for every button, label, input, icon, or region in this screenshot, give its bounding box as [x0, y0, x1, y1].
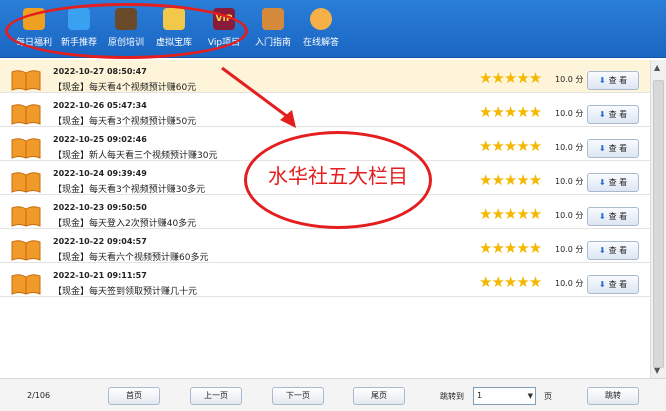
download-icon: ⬇ [598, 246, 606, 255]
download-icon: ⬇ [598, 280, 606, 289]
page-unit-label: 页 [544, 392, 552, 401]
scroll-down-arrow-icon[interactable]: ▼ [654, 366, 660, 375]
view-button[interactable]: ⬇ 查 看 [587, 71, 639, 90]
view-button-label: 查 看 [608, 110, 628, 119]
page-indicator: 2/106 [27, 391, 51, 400]
rating-stars: ★★★★★ [479, 239, 542, 257]
item-score: 10.0 分 [555, 177, 584, 186]
annotation-text: 水华社五大栏目 [268, 164, 408, 188]
book-icon [11, 104, 41, 125]
rating-stars: ★★★★★ [479, 171, 542, 189]
vertical-scrollbar[interactable]: ▲ ▼ [650, 60, 666, 378]
first-page-button[interactable]: 首页 [108, 387, 160, 405]
page-select[interactable]: 1 ▼ [473, 387, 536, 405]
download-icon: ⬇ [598, 144, 606, 153]
pagination-bar: 2/106 首页 上一页 下一页 尾页 跳转到 1 ▼ 页 跳转 [0, 378, 666, 411]
rating-stars: ★★★★★ [479, 273, 542, 291]
book-icon [11, 274, 41, 295]
item-date: 2022-10-24 09:39:49 [53, 169, 147, 178]
view-button-label: 查 看 [608, 76, 628, 85]
book-icon [11, 138, 41, 159]
item-score: 10.0 分 [555, 211, 584, 220]
view-button[interactable]: ⬇ 查 看 [587, 275, 639, 294]
book-icon [11, 206, 41, 227]
book-icon [11, 172, 41, 193]
download-icon: ⬇ [598, 212, 606, 221]
toolbar-item-support[interactable]: 在线解答 [295, 8, 347, 54]
item-date: 2022-10-23 09:50:50 [53, 203, 147, 212]
book-guide-icon [262, 8, 284, 30]
next-page-button[interactable]: 下一页 [272, 387, 324, 405]
item-title: 【现金】每天看3个视频预计赚30多元 [53, 185, 206, 195]
item-title: 【现金】每天看六个视频预计赚60多元 [53, 253, 209, 263]
list-item[interactable]: 2022-10-21 09:11:57 【现金】每天签到领取预计赚几十元 ★★★… [0, 264, 650, 297]
chevron-down-icon: ▼ [527, 392, 533, 400]
view-button[interactable]: ⬇ 查 看 [587, 207, 639, 226]
list-item[interactable]: 2022-10-26 05:47:34 【现金】每天看3个视频预计赚50元 ★★… [0, 94, 650, 127]
item-date: 2022-10-27 08:50:47 [53, 67, 147, 76]
book-icon [11, 70, 41, 91]
item-title: 【现金】每天登入2次预计赚40多元 [53, 219, 197, 229]
item-title: 【现金】每天看3个视频预计赚50元 [53, 117, 197, 127]
toolbar-item-label: 在线解答 [302, 38, 339, 48]
view-button[interactable]: ⬇ 查 看 [587, 139, 639, 158]
book-icon [11, 240, 41, 261]
support-icon [310, 8, 332, 30]
item-score: 10.0 分 [555, 279, 584, 288]
item-date: 2022-10-21 09:11:57 [53, 271, 147, 280]
view-button-label: 查 看 [608, 212, 628, 221]
view-button-label: 查 看 [608, 144, 628, 153]
view-button-label: 查 看 [608, 178, 628, 187]
item-date: 2022-10-25 09:02:46 [53, 135, 147, 144]
scroll-thumb[interactable] [653, 80, 664, 368]
app-window: 每日福利 新手推荐 原创培训 虚拟宝库 VIP Vip项目 入门指南 在线解答 [0, 0, 666, 411]
list-item[interactable]: 2022-10-27 08:50:47 【现金】每天看4个视频预计赚60元 ★★… [0, 60, 650, 93]
item-score: 10.0 分 [555, 143, 584, 152]
annotation-ellipse-toolbar [5, 3, 248, 59]
last-page-button[interactable]: 尾页 [353, 387, 405, 405]
jump-label: 跳转到 [440, 392, 464, 401]
item-title: 【现金】每天签到领取预计赚几十元 [53, 287, 198, 297]
prev-page-button[interactable]: 上一页 [190, 387, 242, 405]
item-title: 【现金】新人每天看三个视频预计赚30元 [53, 151, 218, 161]
jump-button[interactable]: 跳转 [587, 387, 639, 405]
rating-stars: ★★★★★ [479, 205, 542, 223]
view-button[interactable]: ⬇ 查 看 [587, 241, 639, 260]
rating-stars: ★★★★★ [479, 137, 542, 155]
toolbar-item-label: 入门指南 [254, 38, 291, 48]
download-icon: ⬇ [598, 178, 606, 187]
view-button-label: 查 看 [608, 280, 628, 289]
view-button[interactable]: ⬇ 查 看 [587, 105, 639, 124]
rating-stars: ★★★★★ [479, 103, 542, 121]
toolbar-item-guide[interactable]: 入门指南 [247, 8, 299, 54]
item-score: 10.0 分 [555, 245, 584, 254]
download-icon: ⬇ [598, 110, 606, 119]
download-icon: ⬇ [598, 76, 606, 85]
item-score: 10.0 分 [555, 75, 584, 84]
view-button-label: 查 看 [608, 246, 628, 255]
item-title: 【现金】每天看4个视频预计赚60元 [53, 83, 197, 93]
view-button[interactable]: ⬇ 查 看 [587, 173, 639, 192]
item-date: 2022-10-26 05:47:34 [53, 101, 147, 110]
rating-stars: ★★★★★ [479, 69, 542, 87]
item-date: 2022-10-22 09:04:57 [53, 237, 147, 246]
item-score: 10.0 分 [555, 109, 584, 118]
list-item[interactable]: 2022-10-22 09:04:57 【现金】每天看六个视频预计赚60多元 ★… [0, 230, 650, 263]
page-select-value: 1 [477, 391, 483, 400]
scroll-up-arrow-icon[interactable]: ▲ [654, 63, 660, 72]
